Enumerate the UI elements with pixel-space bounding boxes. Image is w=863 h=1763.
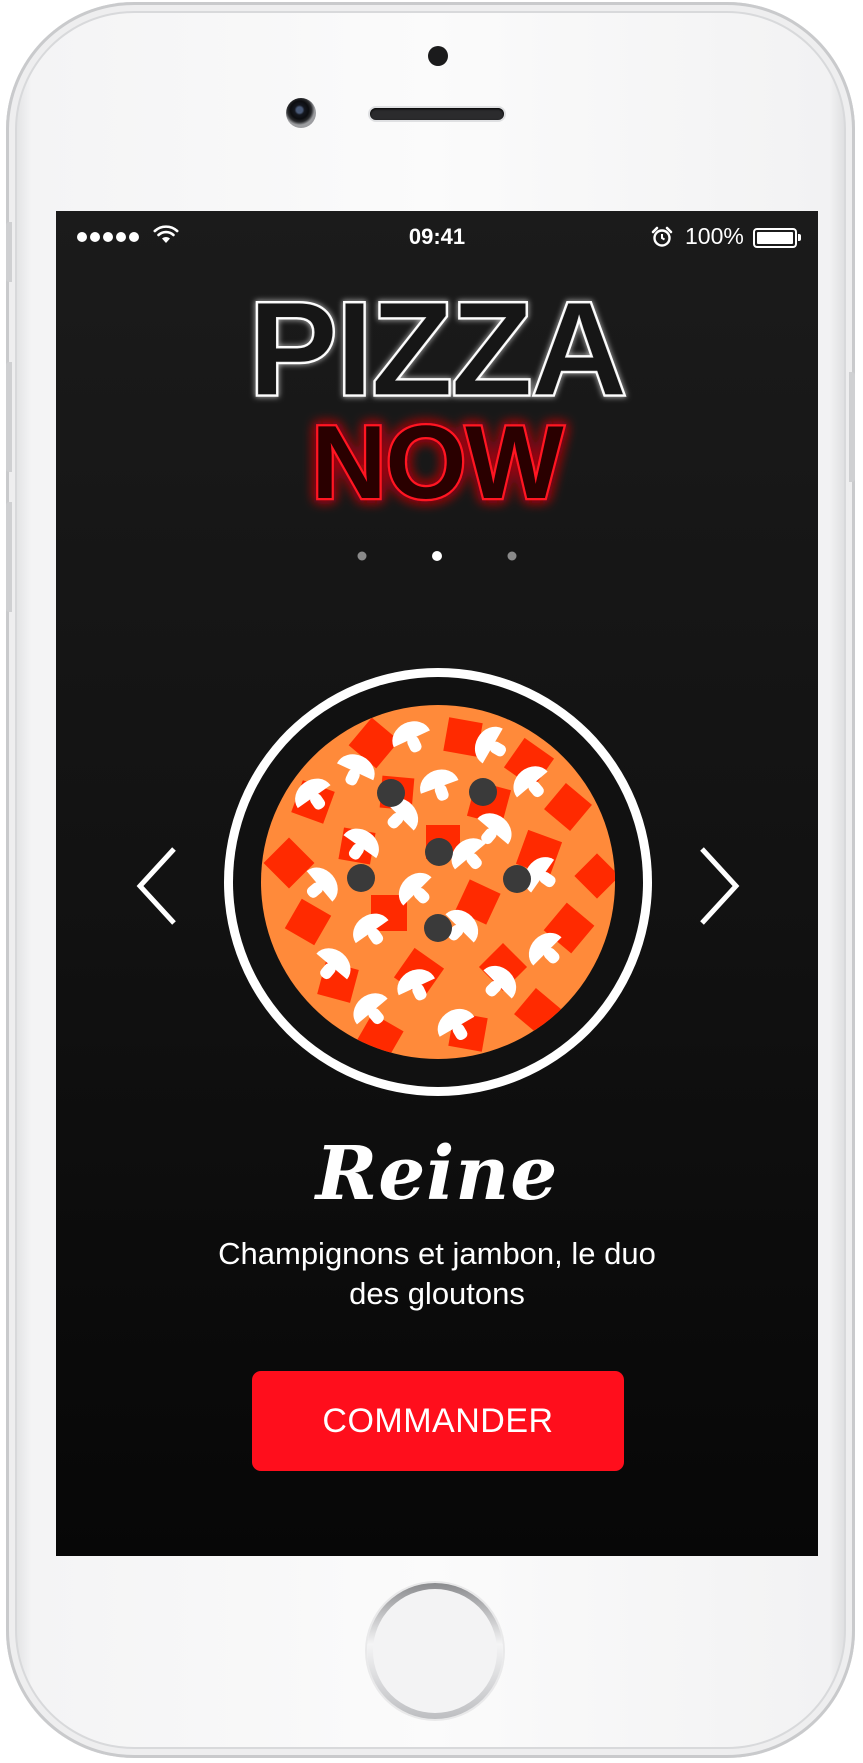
volume-up-button <box>6 362 12 472</box>
carousel-page-indicator <box>357 551 517 561</box>
app-screen: 09:41 100% PIZZA PIZZA NOW Reine Champig… <box>56 211 818 1556</box>
power-button <box>849 372 855 482</box>
volume-down-button <box>6 502 12 612</box>
phone-frame: 09:41 100% PIZZA PIZZA NOW Reine Champig… <box>6 2 855 1758</box>
pizza-base <box>261 705 615 1059</box>
front-camera <box>286 98 316 128</box>
page-dot[interactable] <box>507 551 517 561</box>
chevron-right-icon[interactable] <box>688 841 748 931</box>
page-dot[interactable] <box>357 551 367 561</box>
order-button[interactable]: COMMANDER <box>252 1371 624 1471</box>
home-button[interactable] <box>367 1583 503 1719</box>
chevron-left-icon[interactable] <box>128 841 188 931</box>
pizza-description: Champignons et jambon, le duo des glouto… <box>218 1236 656 1311</box>
page-dot-active[interactable] <box>432 551 442 561</box>
pizza-illustration[interactable] <box>221 665 655 1099</box>
mute-switch <box>6 222 12 282</box>
pizza-name: Reine <box>315 1131 559 1217</box>
earpiece-speaker <box>370 108 504 120</box>
proximity-sensor <box>428 46 448 66</box>
